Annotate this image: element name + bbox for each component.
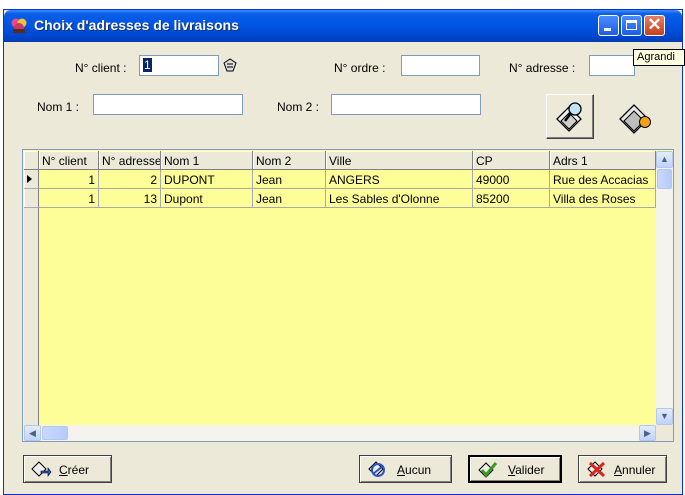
cell-client[interactable]: 1 [39,170,99,189]
chevron-up-icon: ▲ [660,154,669,164]
none-icon [368,461,385,477]
lookup-client-icon[interactable] [222,57,238,73]
scroll-left-button[interactable]: ◀ [24,425,41,441]
client-input[interactable]: 1 [139,55,219,76]
grid-body: N° client N° adresse Nom 1 Nom 2 Ville C… [24,151,656,425]
column-header-adrs1[interactable]: Adrs 1 [550,151,656,170]
cell-nom2[interactable]: Jean [253,170,326,189]
creer-button[interactable]: Créer [23,455,112,483]
search-icon [556,102,582,132]
valider-button[interactable]: Valider [468,455,562,483]
ordre-label: N° ordre : [334,61,386,75]
filter-icon [619,104,651,134]
close-icon: ✕ [647,15,662,34]
aucun-label: Aucun [397,463,432,477]
annuler-label: Annuler [614,463,656,477]
cell-cp[interactable]: 49000 [473,170,550,189]
search-button[interactable] [546,94,594,139]
client-input-value: 1 [143,58,152,72]
background-strip [0,0,685,8]
close-button[interactable]: ✕ [644,15,665,36]
chevron-left-icon: ◀ [29,428,36,438]
create-icon [31,461,52,477]
cell-adrs1[interactable]: Rue des Accacias [550,170,656,189]
creer-label: Créer [59,463,90,477]
app-icon [11,18,27,33]
cell-adresse[interactable]: 13 [99,189,161,208]
validate-icon [478,462,498,478]
adresse-input[interactable] [589,55,635,76]
title-bar[interactable]: Choix d'adresses de livraisons ✕ [4,10,682,42]
header-indicator [24,151,39,170]
column-header-ville[interactable]: Ville [326,151,473,170]
vertical-scrollbar[interactable]: ▲ ▼ [656,151,673,425]
row-indicator [24,189,39,208]
cell-nom2[interactable]: Jean [253,189,326,208]
table-row[interactable]: 1 2 DUPONT Jean ANGERS 49000 Rue des Acc… [24,170,656,189]
horizontal-scroll-thumb[interactable] [42,426,68,440]
horizontal-scrollbar[interactable]: ◀ ▶ [24,425,656,441]
column-header-nom1[interactable]: Nom 1 [161,151,253,170]
filter-button[interactable] [611,94,659,139]
column-header-cp[interactable]: CP [473,151,550,170]
indicator-column [24,208,39,425]
row-pointer-icon [27,175,32,183]
cell-nom1[interactable]: Dupont [161,189,253,208]
cell-ville[interactable]: ANGERS [326,170,473,189]
aucun-button[interactable]: Aucun [359,455,452,483]
chevron-down-icon: ▼ [660,411,669,421]
addresses-grid[interactable]: N° client N° adresse Nom 1 Nom 2 Ville C… [22,149,674,442]
client-label: N° client : [75,61,127,75]
cell-nom1[interactable]: DUPONT [161,170,253,189]
window-title: Choix d'adresses de livraisons [34,17,239,33]
vertical-scroll-thumb[interactable] [657,169,672,189]
maximize-icon [626,20,637,30]
column-header-nom2[interactable]: Nom 2 [253,151,326,170]
ordre-input[interactable] [401,55,480,76]
scrollbar-corner [656,425,673,441]
minimize-button[interactable] [598,15,619,36]
scroll-right-button[interactable]: ▶ [639,425,656,441]
column-header-client[interactable]: N° client [39,151,99,170]
nom2-input[interactable] [331,94,481,115]
chevron-right-icon: ▶ [644,428,651,438]
current-row-indicator [24,170,39,189]
cell-cp[interactable]: 85200 [473,189,550,208]
cell-client[interactable]: 1 [39,189,99,208]
scroll-up-button[interactable]: ▲ [656,151,673,168]
minimize-icon [604,28,611,31]
cancel-icon [587,461,606,478]
cell-adrs1[interactable]: Villa des Roses [550,189,656,208]
annuler-button[interactable]: Annuler [578,455,667,483]
scroll-down-button[interactable]: ▼ [656,408,673,425]
nom2-label: Nom 2 : [277,100,320,114]
cell-adresse[interactable]: 2 [99,170,161,189]
adresse-label: N° adresse : [509,61,576,75]
valider-label: Valider [508,463,545,477]
nom1-input[interactable] [93,94,243,115]
grid-header: N° client N° adresse Nom 1 Nom 2 Ville C… [24,151,656,170]
table-row[interactable]: 1 13 Dupont Jean Les Sables d'Olonne 852… [24,189,656,208]
column-header-adresse[interactable]: N° adresse [99,151,161,170]
maximize-tooltip: Agrandi [633,49,685,66]
maximize-button[interactable] [621,15,642,36]
cell-ville[interactable]: Les Sables d'Olonne [326,189,473,208]
nom1-label: Nom 1 : [37,100,80,114]
